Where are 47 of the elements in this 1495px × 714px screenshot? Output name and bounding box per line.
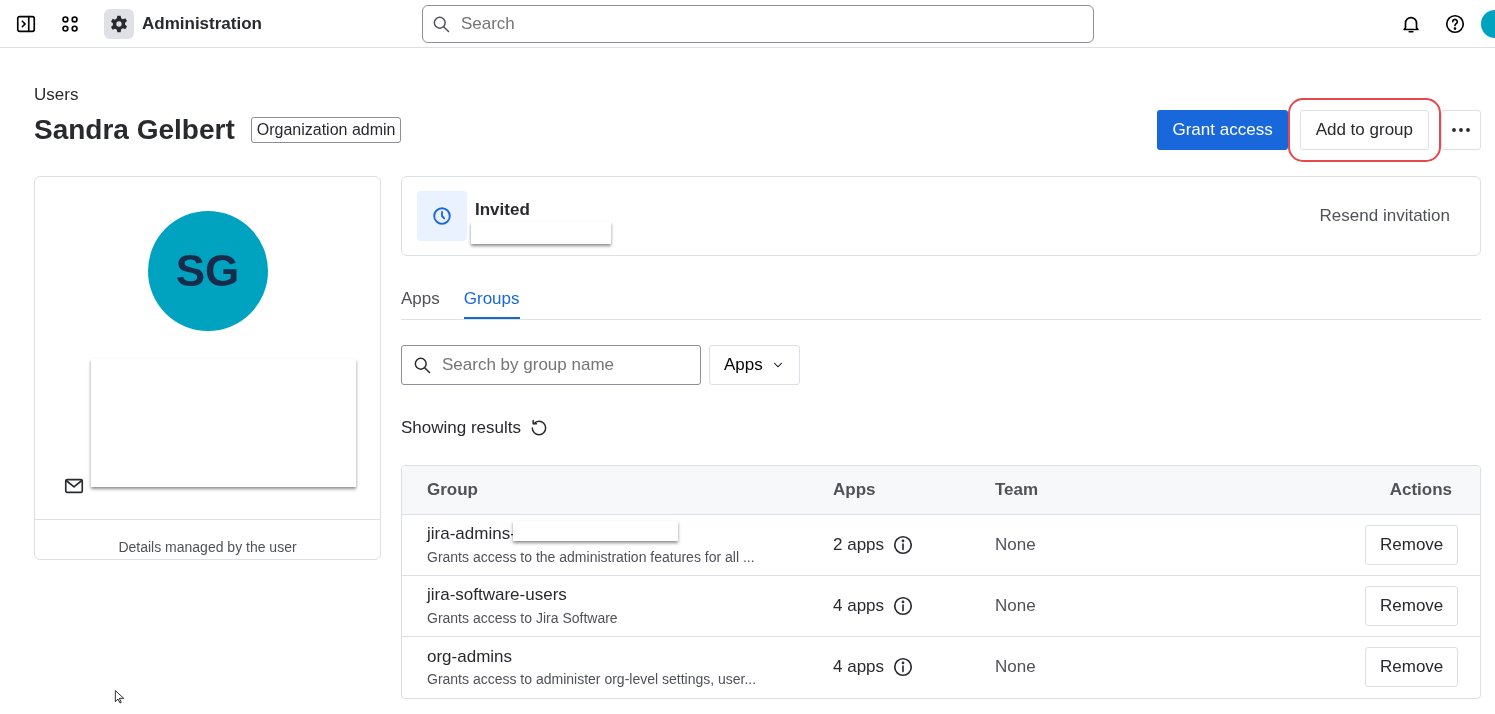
grant-access-button[interactable]: Grant access [1157, 109, 1288, 150]
column-header: Team [995, 479, 1039, 499]
tab[interactable]: Apps [401, 285, 440, 319]
role-tag: Organization admin [250, 116, 402, 143]
search-input[interactable]: Search [458, 9, 1085, 38]
column-header: Group [427, 479, 478, 499]
group-description: Grants access to administer org-level settings, user... [427, 670, 758, 690]
search-icon [412, 355, 432, 375]
apps-count: 4 apps [833, 656, 885, 679]
apps-dropdown[interactable]: Apps [709, 345, 800, 385]
remove-button[interactable]: Remove [1365, 647, 1459, 687]
clock-icon [417, 190, 467, 241]
more-button[interactable] [1441, 109, 1481, 150]
group-search-field[interactable]: Search by group name [401, 345, 701, 385]
group-description: Grants access to Jira Software [427, 608, 619, 628]
remove-button[interactable]: Remove [1365, 524, 1459, 565]
group-name: org-admins [427, 645, 513, 668]
more-icon [1452, 128, 1470, 133]
tab[interactable]: Groups [463, 285, 520, 319]
column-header: Actions [1389, 479, 1452, 499]
remove-button[interactable]: Remove [1365, 585, 1459, 626]
resend-invitation-button[interactable]: Resend invitation [1319, 202, 1450, 229]
help-icon [1444, 12, 1466, 35]
info-icon[interactable] [892, 594, 915, 617]
team-cell: None [995, 534, 1036, 554]
settings-icon [104, 8, 134, 39]
group-description: Grants access to the administration features for all ... [427, 547, 756, 567]
details-note: Details managed by the user [118, 538, 297, 555]
refresh-icon[interactable] [529, 417, 549, 438]
group-name: jira-software-users [427, 584, 567, 607]
add-to-group-button[interactable]: Add to group [1299, 109, 1429, 150]
column-header: Apps [833, 479, 876, 499]
apps-count: 2 apps [833, 533, 885, 556]
breadcrumb-link[interactable]: Users [34, 82, 1481, 108]
group-search-input[interactable]: Search by group name [440, 351, 690, 379]
info-icon[interactable] [892, 656, 915, 678]
app-title: Administration [142, 12, 262, 35]
status-label: Invited [475, 198, 531, 221]
search-field[interactable]: Search [421, 4, 1094, 43]
team-cell: None [995, 595, 1036, 615]
user-name: Sandra Gelbert [34, 112, 235, 147]
team-cell: None [995, 657, 1036, 677]
group-name: jira-admins- [427, 523, 516, 546]
apps-count: 4 apps [833, 594, 885, 617]
user-avatar: SG [147, 210, 268, 331]
info-icon[interactable] [892, 533, 915, 556]
results-label: Showing results [401, 417, 521, 439]
